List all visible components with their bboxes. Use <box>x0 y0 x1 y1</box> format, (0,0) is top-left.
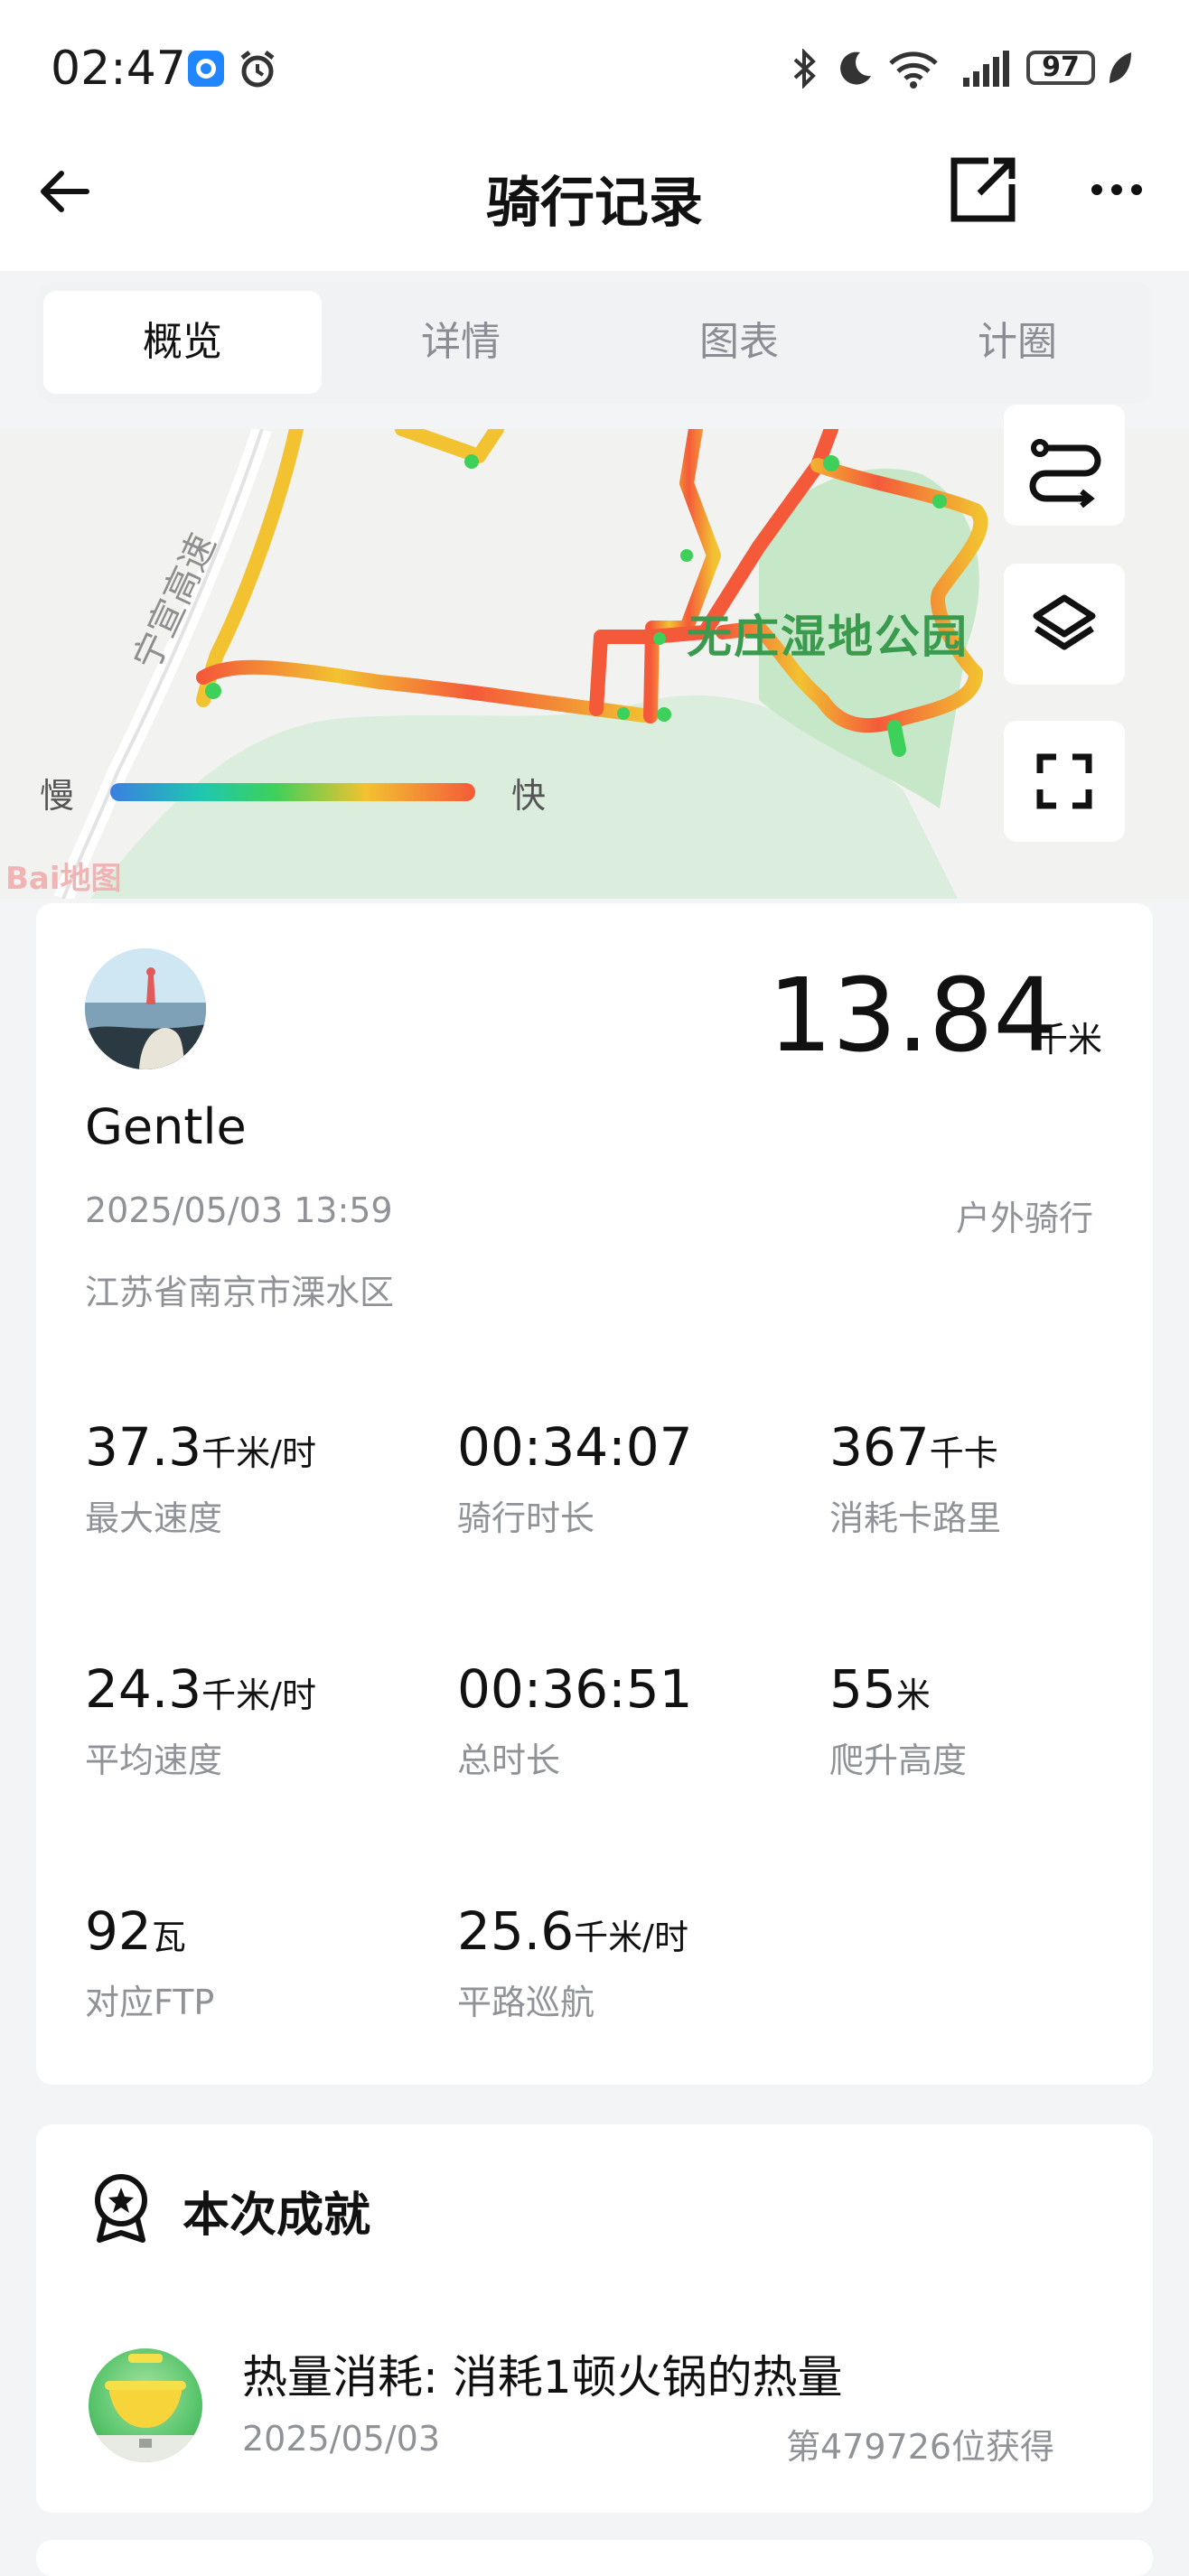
stat-value: 24.3 <box>85 1658 202 1720</box>
stat-calories: 367千卡 消耗卡路里 <box>829 1416 1001 1540</box>
speed-legend-slow-label: 慢 <box>40 776 75 816</box>
tab-charts[interactable]: 图表 <box>600 291 878 394</box>
achievement-rank: 第479726位获得 <box>786 2427 1055 2467</box>
more-options-icon[interactable] <box>1090 179 1144 204</box>
stat-label: 消耗卡路里 <box>829 1498 1002 1538</box>
stat-unit: 米 <box>895 1675 931 1715</box>
speed-legend-fast-label: 快 <box>511 776 547 816</box>
stat-unit: 千米/时 <box>201 1433 316 1473</box>
next-card-peek <box>36 2540 1153 2576</box>
battery-saver-leaf-icon <box>1104 49 1135 92</box>
tab-laps[interactable]: 计圈 <box>878 291 1156 394</box>
stat-unit: 千卡 <box>929 1433 998 1473</box>
ride-datetime: 2025/05/03 13:59 <box>85 1190 393 1230</box>
stat-label: 平均速度 <box>85 1741 223 1780</box>
stat-label: 平路巡航 <box>457 1983 595 2022</box>
edit-share-icon[interactable] <box>949 155 1017 228</box>
stat-label: 对应FTP <box>85 1983 215 2022</box>
stat-ftp: 92瓦 对应FTP <box>85 1900 214 2024</box>
wifi-icon <box>885 49 941 92</box>
ride-location: 江苏省南京市溧水区 <box>85 1273 395 1312</box>
stat-value: 00:36:51 <box>457 1658 693 1720</box>
battery-indicator: 97 <box>1026 51 1095 85</box>
activity-type: 户外骑行 <box>956 1199 1094 1238</box>
achievement-date: 2025/05/03 <box>242 2419 441 2459</box>
stat-unit: 千米/时 <box>574 1918 688 1957</box>
stat-unit: 瓦 <box>151 1918 186 1957</box>
avatar[interactable] <box>85 948 206 1069</box>
stat-label: 爬升高度 <box>829 1741 968 1780</box>
stat-value: 37.3 <box>85 1416 202 1478</box>
stat-elevation-gain: 55米 爬升高度 <box>829 1658 967 1782</box>
stat-flat-cruise: 25.6千米/时 平路巡航 <box>457 1900 688 2024</box>
stat-avg-speed: 24.3千米/时 平均速度 <box>85 1658 316 1782</box>
app-notification-icon <box>186 49 226 92</box>
bluetooth-icon <box>791 48 819 92</box>
status-time: 02:47 <box>51 42 186 96</box>
stat-value: 25.6 <box>457 1900 575 1962</box>
stat-value: 92 <box>85 1900 152 1962</box>
stat-value: 00:34:07 <box>457 1416 693 1478</box>
stat-label: 最大速度 <box>85 1498 223 1538</box>
medal-icon <box>87 2171 155 2247</box>
tab-details[interactable]: 详情 <box>322 291 600 394</box>
speed-legend-gradient <box>110 783 475 801</box>
achievements-title: 本次成就 <box>183 2189 371 2243</box>
stat-value: 367 <box>829 1416 930 1478</box>
distance-unit: 千米 <box>1034 1020 1103 1059</box>
do-not-disturb-moon-icon <box>835 49 875 92</box>
park-label: 无庄湿地公园 <box>687 611 969 663</box>
hotpot-badge-icon[interactable] <box>89 2348 202 2462</box>
stat-label: 骑行时长 <box>457 1498 595 1538</box>
fullscreen-button[interactable] <box>1004 721 1125 842</box>
tab-overview[interactable]: 概览 <box>43 291 322 394</box>
route-toggle-button[interactable] <box>1004 405 1125 526</box>
stat-total-time: 00:36:51 总时长 <box>457 1658 693 1782</box>
total-distance: 13.84 <box>768 957 1058 1075</box>
stat-riding-time: 00:34:07 骑行时长 <box>457 1416 693 1540</box>
cellular-signal-icon <box>961 49 1012 92</box>
stat-max-speed: 37.3千米/时 最大速度 <box>85 1416 316 1540</box>
stat-label: 总时长 <box>457 1741 561 1780</box>
map-provider-watermark: Bai地图 <box>5 861 122 897</box>
map-layers-button[interactable] <box>1004 564 1125 685</box>
username: Gentle <box>85 1098 247 1155</box>
stat-unit: 千米/时 <box>201 1675 316 1715</box>
stat-value: 55 <box>829 1658 896 1720</box>
achievement-name: 热量消耗: 消耗1顿火锅的热量 <box>242 2351 843 2403</box>
alarm-icon <box>237 49 278 94</box>
